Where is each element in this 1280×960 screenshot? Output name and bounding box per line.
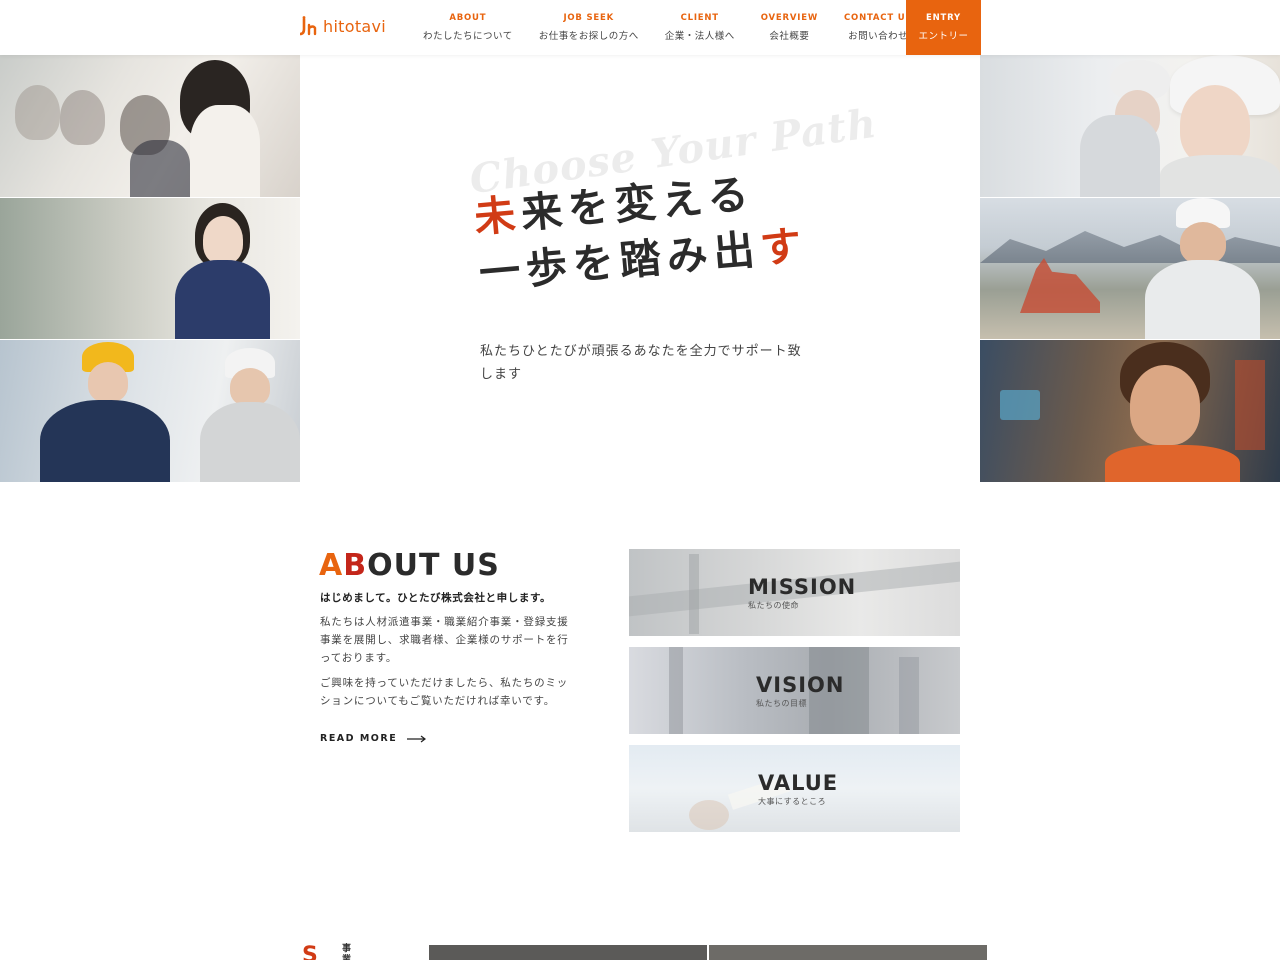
arrow-right-icon: [407, 735, 427, 742]
nav-label-en: CONTACT US: [844, 13, 913, 23]
about-title-part: B: [343, 548, 368, 583]
mission-card[interactable]: MISSION 私たちの使命: [629, 549, 960, 636]
hero-subtitle: 私たちひとたびが頑張るあなたを全力でサポート致します: [480, 344, 802, 382]
logo[interactable]: hitotavi: [300, 16, 386, 36]
about-paragraph: 私たちは人材派遣事業・職業紹介事業・登録支援事業を展開し、求職者様、企業様のサポ…: [320, 616, 569, 664]
nav-label-en: CLIENT: [680, 13, 719, 23]
nav-item-job-seek[interactable]: JOB SEEK お仕事をお探しの方へ: [526, 0, 652, 55]
hero-photo-construction-workers: [0, 340, 300, 482]
logo-text: hitotavi: [323, 16, 387, 36]
hero-photo-woman-uniform: [0, 198, 300, 339]
nav-item-client[interactable]: CLIENT 企業・法人様へ: [652, 0, 748, 55]
read-more-label: READ MORE: [320, 733, 398, 744]
about-paragraph: ご興味を持っていただけましたら、私たちのミッションについてもご覧いただければ幸い…: [320, 677, 569, 707]
hero-photo-office-workers: [0, 55, 300, 197]
about-title-part: OUT US: [367, 548, 500, 583]
entry-button[interactable]: ENTRY エントリー: [906, 0, 981, 55]
logo-mark-icon: [300, 16, 317, 36]
entry-label-en: ENTRY: [926, 13, 961, 23]
nav-label-en: OVERVIEW: [760, 13, 819, 23]
card-bg-pillar: [689, 554, 699, 634]
hero-headline-accent: 未: [472, 189, 524, 242]
nav-label-ja: お問い合わせ: [848, 31, 909, 42]
vision-card[interactable]: VISION 私たちの目標: [629, 647, 960, 734]
card-bg-column: [669, 647, 683, 734]
nav-item-overview[interactable]: OVERVIEW 会社概要: [748, 0, 831, 55]
value-card[interactable]: VALUE 大事にするところ: [629, 745, 960, 832]
about-lead: はじめまして。ひとたび株式会社と申します。: [320, 592, 552, 604]
read-more-link[interactable]: READ MORE: [320, 733, 427, 744]
business-section-mark: S: [302, 943, 318, 960]
hero-photo-retail-worker: [980, 340, 1280, 482]
about-title: ABOUT US: [319, 548, 500, 583]
card-bg-column: [899, 657, 919, 734]
nav-label-ja: お仕事をお探しの方へ: [538, 31, 639, 42]
hero-photo-excavator-worker: [980, 198, 1280, 339]
business-section-label: 事業: [342, 944, 352, 960]
nav-label-en: ABOUT: [449, 13, 487, 23]
vision-card-title: VISION: [756, 673, 845, 697]
value-card-subtitle: 大事にするところ: [758, 797, 827, 806]
hero-photo-helmet-workers: [980, 55, 1280, 197]
nav-label-en: JOB SEEK: [563, 13, 614, 23]
nav-label-ja: 会社概要: [769, 31, 810, 42]
business-image: [429, 945, 707, 960]
vision-card-subtitle: 私たちの目標: [756, 699, 807, 708]
mission-card-title: MISSION: [748, 575, 857, 599]
about-title-part: A: [319, 548, 344, 583]
mission-card-subtitle: 私たちの使命: [748, 601, 799, 610]
nav-item-about[interactable]: ABOUT わたしたちについて: [410, 0, 526, 55]
value-card-title: VALUE: [758, 771, 839, 795]
nav-label-ja: わたしたちについて: [423, 31, 513, 42]
hero-headline-accent: す: [758, 221, 810, 274]
entry-label-ja: エントリー: [918, 31, 969, 42]
main-nav: ABOUT わたしたちについて JOB SEEK お仕事をお探しの方へ CLIE…: [410, 0, 925, 55]
nav-label-ja: 企業・法人様へ: [664, 31, 735, 42]
site-header: hitotavi ABOUT わたしたちについて JOB SEEK お仕事をお探…: [0, 0, 1280, 55]
business-image: [709, 945, 987, 960]
card-bg-hand: [689, 800, 729, 830]
